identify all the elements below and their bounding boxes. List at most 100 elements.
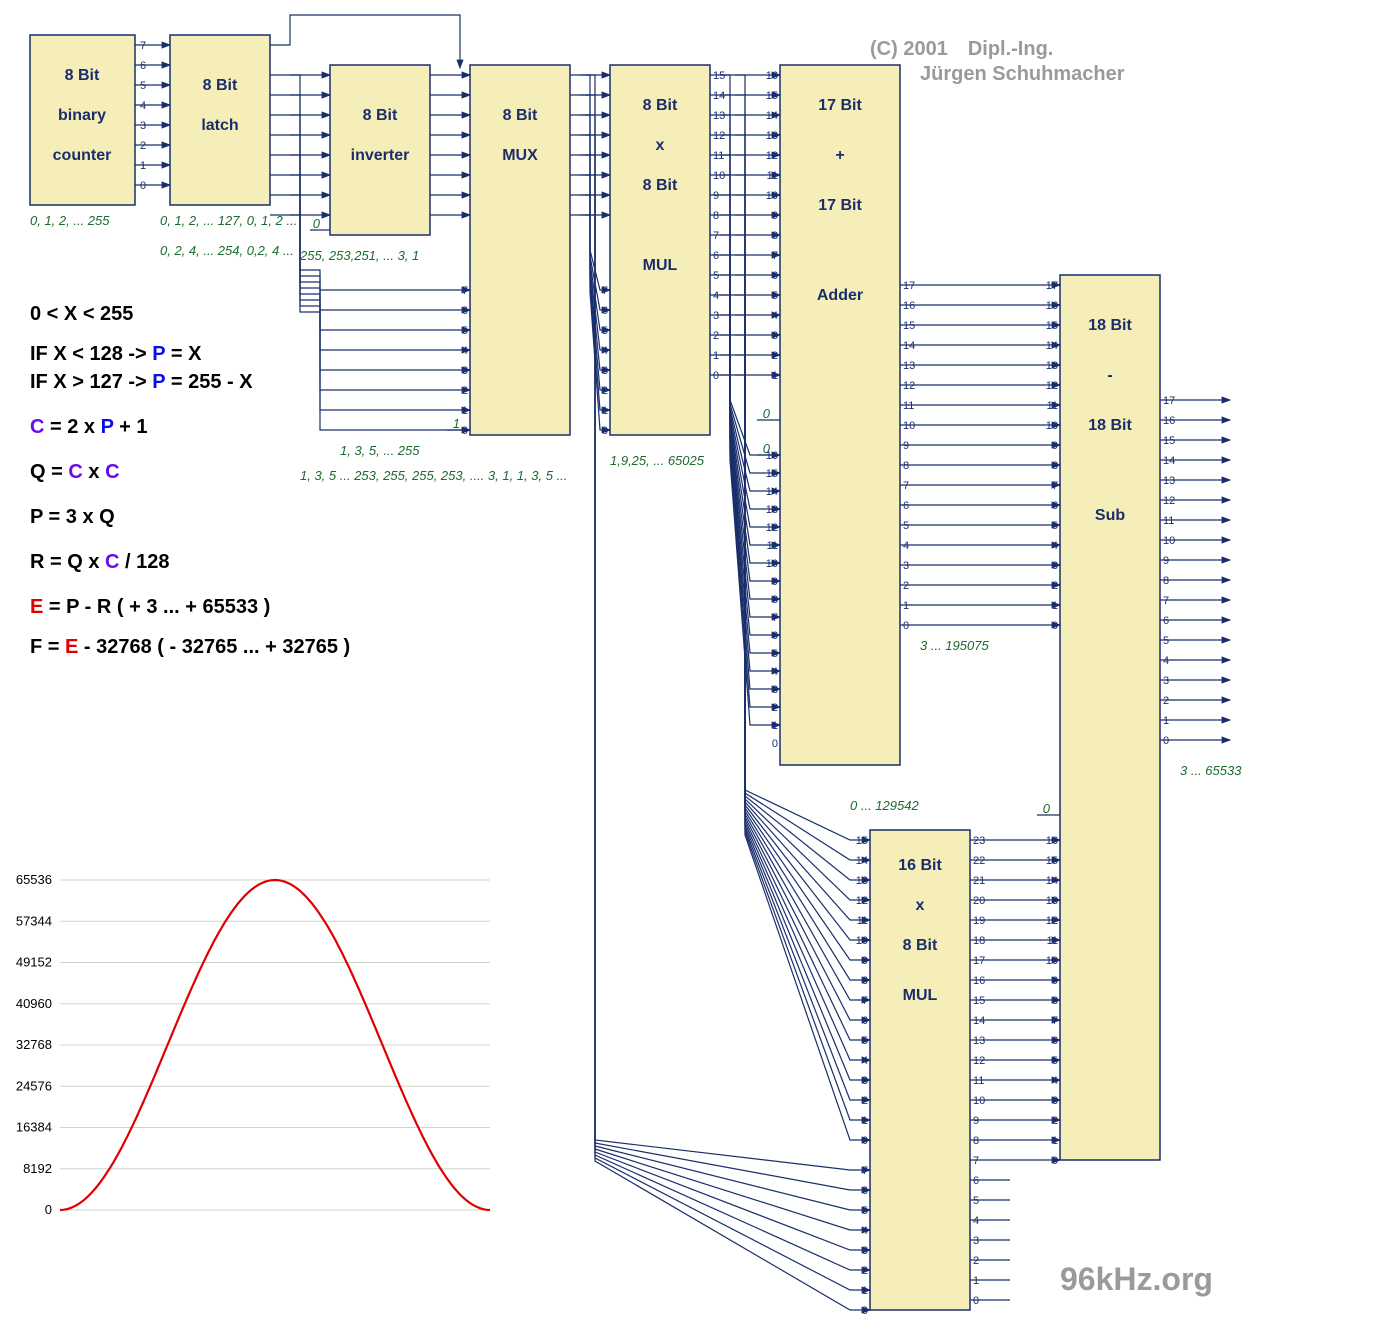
svg-text:2: 2 — [973, 1255, 979, 1267]
svg-text:6: 6 — [1052, 500, 1058, 512]
svg-text:22: 22 — [973, 855, 985, 867]
svg-text:C = 2 x P + 1: C = 2 x P + 1 — [30, 416, 148, 438]
svg-text:19: 19 — [973, 915, 985, 927]
svg-text:7: 7 — [903, 480, 909, 492]
svg-text:18 Bit: 18 Bit — [1088, 317, 1132, 334]
svg-text:13: 13 — [766, 504, 778, 516]
svg-text:latch: latch — [201, 117, 238, 134]
svg-text:7: 7 — [862, 995, 868, 1007]
svg-text:1: 1 — [772, 370, 778, 382]
svg-text:15: 15 — [713, 70, 725, 82]
svg-text:8 Bit: 8 Bit — [203, 77, 238, 94]
const-zero-adder-b: 0 — [763, 441, 771, 456]
svg-text:15: 15 — [766, 90, 778, 102]
svg-text:8192: 8192 — [23, 1161, 52, 1176]
svg-text:MUX: MUX — [502, 147, 538, 164]
svg-text:11: 11 — [903, 400, 914, 412]
svg-text:7: 7 — [602, 285, 608, 297]
svg-text:10: 10 — [973, 1095, 985, 1107]
svg-text:8: 8 — [862, 975, 868, 987]
svg-text:13: 13 — [713, 110, 725, 122]
svg-text:24576: 24576 — [16, 1078, 52, 1093]
svg-text:12: 12 — [856, 895, 868, 907]
svg-text:5: 5 — [772, 648, 778, 660]
svg-text:5: 5 — [462, 325, 468, 337]
svg-text:2: 2 — [1052, 1115, 1058, 1127]
svg-text:0: 0 — [1052, 620, 1058, 632]
svg-text:12: 12 — [1046, 380, 1058, 392]
svg-text:2: 2 — [462, 385, 468, 397]
svg-text:4: 4 — [862, 1055, 868, 1067]
svg-text:9: 9 — [1052, 440, 1058, 452]
svg-text:6: 6 — [1163, 615, 1169, 627]
svg-text:Adder: Adder — [817, 287, 863, 304]
svg-text:5: 5 — [973, 1195, 979, 1207]
chart-sine: 0819216384245763276840960491525734465536 — [16, 872, 490, 1217]
svg-text:14: 14 — [973, 1015, 985, 1027]
svg-text:4: 4 — [862, 1225, 868, 1237]
svg-text:0: 0 — [973, 1295, 979, 1307]
svg-text:12: 12 — [973, 1055, 985, 1067]
svg-text:10: 10 — [856, 935, 868, 947]
svg-text:8: 8 — [1052, 460, 1058, 472]
svg-text:11: 11 — [767, 540, 778, 552]
svg-text:6: 6 — [140, 60, 146, 72]
svg-text:3: 3 — [713, 310, 719, 322]
svg-text:0: 0 — [1052, 1155, 1058, 1167]
svg-text:6: 6 — [462, 305, 468, 317]
svg-text:3: 3 — [973, 1235, 979, 1247]
svg-text:15: 15 — [1046, 855, 1058, 867]
svg-text:3: 3 — [1052, 560, 1058, 572]
svg-text:5: 5 — [713, 270, 719, 282]
svg-text:6: 6 — [862, 1015, 868, 1027]
svg-text:17: 17 — [1163, 395, 1175, 407]
svg-text:8 Bit: 8 Bit — [903, 937, 938, 954]
svg-text:12: 12 — [713, 130, 725, 142]
svg-text:9: 9 — [772, 576, 778, 588]
svg-text:E = P - R ( + 3: E = P - R ( + 3 ... + 65533 ) — [30, 596, 270, 618]
svg-text:5: 5 — [903, 520, 909, 532]
svg-text:3: 3 — [772, 684, 778, 696]
svg-text:P = 3 x Q: P = 3 x Q — [30, 506, 115, 528]
svg-text:1: 1 — [713, 350, 719, 362]
svg-text:6: 6 — [772, 630, 778, 642]
svg-text:+: + — [835, 147, 844, 164]
svg-text:13: 13 — [1163, 475, 1175, 487]
svg-text:14: 14 — [903, 340, 915, 352]
svg-text:10: 10 — [1046, 955, 1058, 967]
svg-text:8 Bit: 8 Bit — [503, 107, 538, 124]
svg-text:7: 7 — [772, 612, 778, 624]
svg-text:5: 5 — [862, 1205, 868, 1217]
svg-text:9: 9 — [772, 210, 778, 222]
svg-text:7: 7 — [462, 285, 468, 297]
svg-text:-: - — [1107, 367, 1112, 384]
svg-text:1: 1 — [772, 720, 778, 732]
svg-text:Sub: Sub — [1095, 507, 1125, 524]
svg-text:1: 1 — [862, 1115, 868, 1127]
svg-text:18 Bit: 18 Bit — [1088, 417, 1132, 434]
svg-text:7: 7 — [973, 1155, 979, 1167]
svg-text:6: 6 — [602, 305, 608, 317]
svg-text:49152: 49152 — [16, 955, 52, 970]
svg-text:x: x — [916, 897, 925, 914]
block-sub: 18 Bit - 18 Bit Sub — [1060, 275, 1160, 1160]
svg-text:3: 3 — [462, 365, 468, 377]
svg-text:4: 4 — [602, 345, 608, 357]
svg-text:21: 21 — [973, 875, 985, 887]
block-adder: 17 Bit + 17 Bit Adder — [780, 65, 900, 765]
svg-text:20: 20 — [973, 895, 985, 907]
svg-text:10: 10 — [766, 558, 778, 570]
svg-text:12: 12 — [1046, 915, 1058, 927]
svg-text:4: 4 — [1163, 655, 1169, 667]
svg-text:9: 9 — [713, 190, 719, 202]
svg-text:2: 2 — [713, 330, 719, 342]
svg-text:1: 1 — [462, 405, 468, 417]
svg-text:4: 4 — [1052, 1075, 1058, 1087]
svg-text:5: 5 — [862, 1035, 868, 1047]
svg-text:18: 18 — [973, 935, 985, 947]
svg-text:6: 6 — [973, 1175, 979, 1187]
svg-text:5: 5 — [140, 80, 146, 92]
svg-text:0 < X < 255: 0 < X < 255 — [30, 303, 133, 325]
svg-text:16 Bit: 16 Bit — [898, 857, 942, 874]
svg-text:1: 1 — [140, 160, 146, 172]
